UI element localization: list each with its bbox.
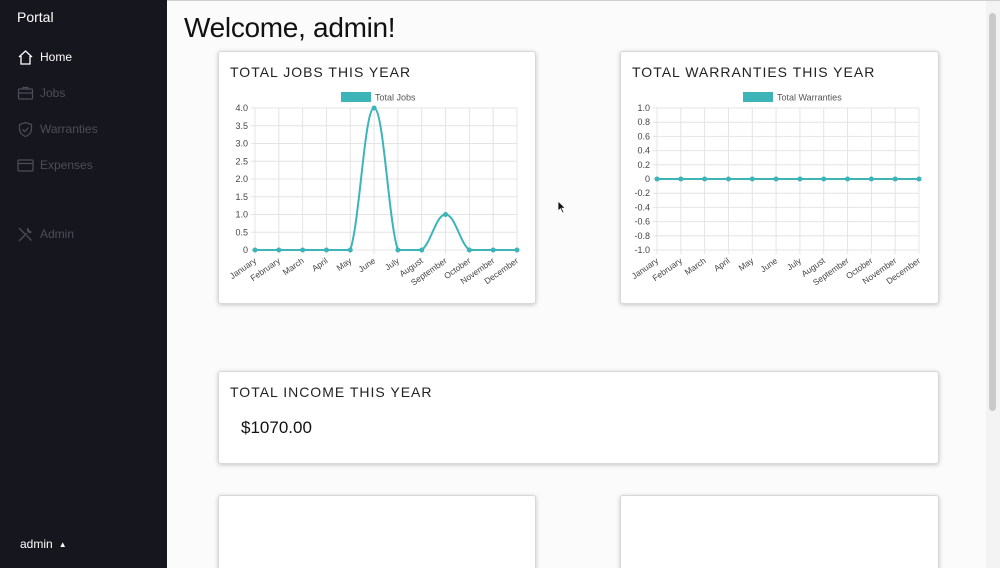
card-title: TOTAL INCOME THIS YEAR	[230, 384, 433, 400]
tools-icon	[16, 225, 34, 243]
data-point	[419, 247, 425, 253]
warranties-chart: Total Warranties 1.0 0.8 0.6 0.4 0.2 0 -0.2 -0.4…	[630, 92, 922, 287]
data-point	[821, 176, 827, 182]
x-tick-label: March	[683, 255, 708, 277]
legend-swatch	[743, 92, 773, 102]
y-tick-label: 2.0	[235, 174, 248, 184]
data-point	[347, 247, 353, 253]
sidebar-item-admin[interactable]: Admin	[16, 223, 74, 245]
y-tick-label: 0.2	[637, 160, 650, 170]
data-point	[371, 105, 377, 111]
sidebar: Portal Home Jobs Warranties Expenses Adm…	[0, 0, 167, 568]
y-tick-label: 3.5	[235, 121, 248, 131]
y-tick-label: -0.4	[634, 202, 650, 212]
data-point	[466, 247, 472, 253]
data-point	[443, 212, 449, 217]
card-icon	[16, 156, 34, 174]
y-tick-label: 0.4	[637, 146, 650, 156]
jobs-chart: Total Jobs4.03.53.02.52.01.51.00.50Janua…	[228, 92, 520, 287]
data-point	[395, 247, 401, 253]
legend-label: Total Jobs	[375, 93, 416, 103]
x-tick-label: June	[758, 255, 779, 274]
y-tick-label: 0.8	[637, 117, 650, 127]
data-point	[892, 176, 898, 182]
x-tick-label: April	[310, 255, 330, 273]
data-point	[749, 176, 755, 182]
data-point	[654, 176, 660, 182]
income-card: TOTAL INCOME THIS YEAR $1070.00	[218, 371, 939, 464]
x-tick-label: May	[737, 255, 757, 273]
page-title: Welcome, admin!	[184, 12, 396, 43]
scrollbar-thumb[interactable]	[989, 13, 996, 411]
y-tick-label: -0.6	[634, 217, 650, 227]
data-point	[252, 247, 258, 253]
sidebar-item-label: Expenses	[40, 158, 93, 172]
caret-up-icon: ▲	[58, 539, 67, 549]
card-partial	[620, 495, 939, 568]
data-point	[490, 247, 496, 253]
data-point	[678, 176, 684, 182]
data-point	[702, 176, 708, 182]
sidebar-item-warranties[interactable]: Warranties	[16, 118, 98, 140]
user-name: admin	[20, 537, 53, 551]
sidebar-item-jobs[interactable]: Jobs	[16, 82, 65, 104]
y-tick-label: 1.0	[637, 103, 650, 113]
income-value: $1070.00	[241, 418, 312, 437]
data-point	[773, 176, 779, 182]
jobs-icon	[16, 84, 34, 102]
data-point	[725, 176, 731, 182]
y-tick-label: 4.0	[235, 103, 248, 113]
y-tick-label: 2.5	[235, 156, 248, 166]
mouse-cursor-icon	[557, 200, 567, 214]
sidebar-item-label: Home	[40, 50, 73, 64]
y-tick-label: -0.8	[634, 231, 650, 241]
y-tick-label: 0	[645, 174, 650, 184]
data-point	[514, 247, 520, 253]
legend-swatch	[341, 92, 371, 102]
y-tick-label: -1.0	[634, 245, 650, 255]
sidebar-item-home[interactable]: Home	[16, 46, 72, 68]
data-point	[300, 247, 306, 253]
shield-icon	[16, 120, 34, 138]
user-menu[interactable]: admin ▲	[20, 537, 67, 551]
x-tick-label: May	[335, 255, 355, 273]
y-tick-label: 1.0	[235, 210, 248, 220]
home-icon	[16, 48, 34, 66]
x-tick-label: June	[356, 255, 377, 274]
data-point	[797, 176, 803, 182]
sidebar-item-expenses[interactable]: Expenses	[16, 154, 93, 176]
y-tick-label: 0.6	[637, 131, 650, 141]
main-content: Welcome, admin! TOTAL JOBS THIS YEAR Tot…	[167, 0, 1000, 568]
y-tick-label: -0.2	[634, 188, 650, 198]
x-tick-label: March	[281, 255, 306, 277]
x-tick-label: April	[712, 255, 732, 273]
warranties-card: TOTAL WARRANTIES THIS YEAR Total Warrant…	[620, 51, 939, 304]
data-point	[868, 176, 874, 182]
sidebar-item-label: Jobs	[40, 86, 66, 100]
sidebar-item-label: Warranties	[40, 122, 98, 136]
scrollbar[interactable]	[986, 1, 1000, 568]
data-point	[845, 176, 851, 182]
data-point	[276, 247, 282, 253]
sidebar-item-label: Admin	[40, 227, 75, 241]
data-point	[323, 247, 329, 253]
jobs-card: TOTAL JOBS THIS YEAR Total Jobs 4.0 3.5 3.0…	[218, 51, 536, 304]
card-partial	[218, 495, 536, 568]
y-tick-label: 3.0	[235, 139, 248, 149]
data-point	[916, 176, 922, 182]
legend-label: Total Warranties	[777, 93, 842, 103]
y-tick-label: 1.5	[235, 192, 248, 202]
y-tick-label: 0.5	[235, 227, 248, 237]
y-tick-label: 0	[243, 245, 248, 255]
brand-title[interactable]: Portal	[17, 9, 54, 25]
